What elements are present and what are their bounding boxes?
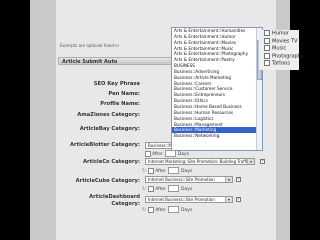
articlecube-category-select[interactable]: Internet Business::Site Promotion ▾	[145, 176, 233, 183]
right-item-checkbox[interactable]	[264, 60, 270, 66]
right-item-checkbox[interactable]	[264, 45, 270, 51]
after-row-articledashboard: ↻ After Days	[142, 206, 192, 213]
days-label: Days	[181, 208, 193, 213]
right-list-item[interactable]: Tattoos	[264, 60, 290, 67]
label-articleblotter-category: ArticleBlotter Category:	[70, 142, 140, 148]
label-articledashboard-category-cont: Category:	[111, 201, 140, 207]
schedule-icon: ↻	[142, 186, 147, 192]
after-days-select[interactable]	[168, 167, 180, 174]
category-dropdown-list[interactable]: Arts & Entertainment::Humanities Arts & E…	[171, 27, 263, 151]
right-item-label: Music	[272, 45, 287, 52]
screen-area: Excerpts are optional hand-cr n in your …	[30, 0, 290, 240]
after-days-select[interactable]	[168, 185, 180, 192]
chevron-down-icon[interactable]: ▾	[247, 159, 254, 164]
schedule-icon: ↻	[142, 168, 147, 174]
after-checkbox[interactable]	[148, 185, 155, 192]
editor-main-area: Excerpts are optional hand-cr n in your …	[56, 0, 276, 240]
right-item-checkbox[interactable]	[264, 37, 270, 44]
label-profile-name: Profile Name:	[100, 101, 140, 107]
label-amaziones-category: AmaZiones Category:	[77, 112, 140, 118]
after-row-articlecube: ↻ After Days	[142, 185, 192, 192]
panel-title: Article Submit Auto	[62, 59, 118, 65]
schedule-icon: ↻	[142, 207, 147, 213]
articledashboard-selected-value: Internet Business::Site Promotion	[148, 197, 215, 202]
articlecube-selected-value: Internet Business::Site Promotion	[148, 177, 215, 182]
articleco-selected-value: Internet Marketing::Site Promotion::Buil…	[148, 159, 250, 164]
articlecube-enable-checkbox[interactable]	[236, 176, 241, 182]
right-category-list: Humor Movies TV Music Photography Tattoos	[264, 30, 320, 70]
label-pen-name: Pen Name:	[108, 91, 140, 97]
after-label: After	[155, 169, 167, 174]
right-list-item[interactable]: Movies TV	[264, 37, 298, 44]
days-label: Days	[177, 152, 190, 157]
label-articleco-category: ArticleCo Category:	[83, 159, 140, 165]
right-list-item[interactable]: Photography	[264, 52, 304, 59]
articleco-enable-checkbox[interactable]	[260, 158, 265, 164]
label-articlebay-category: ArticleBay Category:	[79, 126, 140, 132]
dropdown-options: Arts & Entertainment::Humanities Arts & E…	[172, 28, 262, 139]
after-row-articleco: ↻ After Days	[142, 167, 192, 174]
label-seo-key-phrase: SEO Key Phrase	[93, 81, 140, 87]
right-item-label: Tattoos	[272, 60, 290, 67]
after-label: After	[152, 152, 163, 157]
label-articledashboard-category: ArticleDashboard	[89, 194, 140, 200]
after-checkbox[interactable]	[148, 167, 155, 174]
excerpt-note: Excerpts are optional hand-cr	[60, 43, 120, 48]
articledashboard-enable-checkbox[interactable]	[236, 196, 241, 202]
after-days-select[interactable]	[168, 206, 180, 213]
right-list-item[interactable]: Music	[264, 45, 286, 52]
chevron-down-icon[interactable]: ▾	[225, 177, 232, 182]
label-articlecube-category: ArticleCube Category:	[75, 178, 140, 184]
right-item-label: Humor	[272, 30, 289, 37]
right-item-label: Movies TV	[272, 38, 298, 44]
after-label: After	[155, 208, 167, 213]
after-checkbox[interactable]	[145, 150, 151, 157]
days-label: Days	[181, 169, 193, 174]
articledashboard-category-select[interactable]: Internet Business::Site Promotion ▾	[145, 196, 233, 203]
after-row-articleblotter: After Days	[145, 150, 189, 157]
dropdown-option[interactable]: Business::Networking	[172, 133, 262, 139]
right-list-item[interactable]: Humor	[264, 30, 289, 37]
after-checkbox[interactable]	[148, 206, 155, 213]
right-item-checkbox[interactable]	[264, 52, 270, 59]
right-item-label: Photography	[272, 53, 304, 59]
articleco-category-select[interactable]: Internet Marketing::Site Promotion::Buil…	[145, 158, 255, 165]
after-days-select[interactable]	[164, 150, 176, 157]
right-item-checkbox[interactable]	[264, 30, 270, 36]
after-label: After	[155, 187, 167, 192]
days-label: Days	[181, 187, 193, 192]
chevron-down-icon[interactable]: ▾	[225, 197, 232, 202]
